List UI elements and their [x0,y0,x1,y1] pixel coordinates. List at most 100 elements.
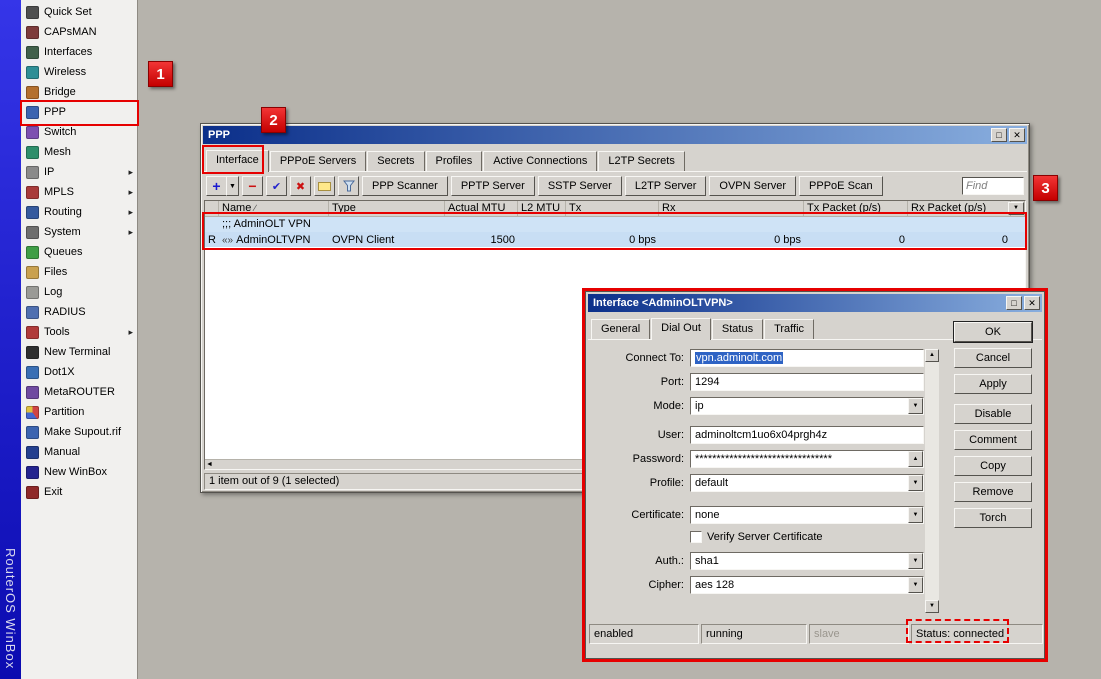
tab-profiles[interactable]: Profiles [426,151,483,171]
comment-button[interactable]: Comment [954,430,1032,450]
sidebar-item-quick-set[interactable]: Quick Set [21,2,137,22]
tab-traffic[interactable]: Traffic [764,319,814,339]
cipher-dropdown-button[interactable]: ▼ [908,577,923,593]
tab-status[interactable]: Status [712,319,763,339]
enable-button[interactable]: ✔ [266,176,287,196]
auth-dropdown-button[interactable]: ▼ [908,553,923,569]
maximize-button[interactable]: □ [991,128,1007,142]
scroll-up-icon[interactable]: ▲ [925,349,939,362]
maximize-button[interactable]: □ [1006,296,1022,310]
sidebar-item-log[interactable]: Log [21,282,137,302]
sidebar-item-interfaces[interactable]: Interfaces [21,42,137,62]
apply-button[interactable]: Apply [954,374,1032,394]
sidebar-item-new-winbox[interactable]: New WinBox [21,462,137,482]
tab-general[interactable]: General [591,319,650,339]
sidebar-item-dot1x[interactable]: Dot1X [21,362,137,382]
sidebar-item-make-supout[interactable]: Make Supout.rif [21,422,137,442]
col-rx[interactable]: Rx [659,201,804,216]
sidebar-item-metarouter[interactable]: MetaROUTER [21,382,137,402]
ppp-titlebar[interactable]: PPP □ ✕ [203,126,1027,144]
sidebar-item-mpls[interactable]: MPLS▸ [21,182,137,202]
add-button[interactable]: + [206,176,227,196]
user-input[interactable]: adminoltcm1uo6x04prgh4z [690,426,924,444]
pptp-server-button[interactable]: PPTP Server [451,176,535,196]
filter-button[interactable] [338,176,359,196]
profile-select[interactable]: default▼ [690,474,924,492]
add-dropdown-button[interactable]: ▼ [226,176,239,196]
certificate-select[interactable]: none▼ [690,506,924,524]
tab-pppoe-servers[interactable]: PPPoE Servers [270,151,366,171]
dropdown-icon: ▼ [913,403,919,409]
l2tp-server-button[interactable]: L2TP Server [625,176,707,196]
ppp-scanner-button[interactable]: PPP Scanner [362,176,448,196]
remove-button[interactable]: Remove [954,482,1032,502]
torch-button[interactable]: Torch [954,508,1032,528]
sidebar-item-queues[interactable]: Queues [21,242,137,262]
col-rx-packet[interactable]: Rx Packet (p/s) [908,201,1011,216]
cancel-button[interactable]: Cancel [954,348,1032,368]
sidebar-item-ip[interactable]: IP▸ [21,162,137,182]
disable-button[interactable]: Disable [954,404,1032,424]
sidebar-item-radius[interactable]: RADIUS [21,302,137,322]
pppoe-scan-button[interactable]: PPPoE Scan [799,176,883,196]
row-flag: R [205,234,219,246]
mode-dropdown-button[interactable]: ▼ [908,398,923,414]
remove-button[interactable]: − [242,176,263,196]
sidebar-item-files[interactable]: Files [21,262,137,282]
row-tx: 0 bps [566,234,659,246]
password-reveal-button[interactable]: ▲ [908,451,923,467]
find-input[interactable] [962,177,1024,195]
col-tx[interactable]: Tx [566,201,659,216]
scroll-left-icon[interactable]: ◄ [206,461,213,469]
connect-to-input[interactable]: vpn.adminolt.com [690,349,924,367]
col-name[interactable]: Name ∕ [219,201,329,216]
column-select-button[interactable]: ▼ [1008,202,1024,215]
cipher-select[interactable]: aes 128▼ [690,576,924,594]
sidebar-item-bridge[interactable]: Bridge [21,82,137,102]
sidebar-item-exit[interactable]: Exit [21,482,137,502]
sidebar-item-new-terminal[interactable]: New Terminal [21,342,137,362]
col-tx-packet[interactable]: Tx Packet (p/s) [804,201,908,216]
sidebar-item-capsman[interactable]: CAPsMAN [21,22,137,42]
ovpn-server-button[interactable]: OVPN Server [709,176,796,196]
col-actual-mtu[interactable]: Actual MTU [445,201,518,216]
add-icon: + [212,181,220,191]
tab-active-connections[interactable]: Active Connections [483,151,597,171]
dialog-titlebar[interactable]: Interface <AdminOLTVPN> □ ✕ [588,294,1042,312]
sidebar-item-system[interactable]: System▸ [21,222,137,242]
copy-button[interactable]: Copy [954,456,1032,476]
comment-button[interactable] [314,176,335,196]
close-button[interactable]: ✕ [1009,128,1025,142]
auth-select[interactable]: sha1▼ [690,552,924,570]
profile-dropdown-button[interactable]: ▼ [908,475,923,491]
tab-interface[interactable]: Interface [206,150,269,172]
sidebar-item-label: Wireless [44,66,86,78]
sidebar-item-mesh[interactable]: Mesh [21,142,137,162]
sstp-server-button[interactable]: SSTP Server [538,176,622,196]
row-rx: 0 bps [659,234,804,246]
table-row[interactable]: R «»AdminOLTVPN OVPN Client 1500 0 bps 0… [205,232,1025,247]
sidebar-item-switch[interactable]: Switch [21,122,137,142]
verify-cert-checkbox[interactable] [690,531,702,543]
sidebar-item-routing[interactable]: Routing▸ [21,202,137,222]
tab-l2tp-secrets[interactable]: L2TP Secrets [598,151,684,171]
col-l2-mtu[interactable]: L2 MTU [518,201,566,216]
tab-secrets[interactable]: Secrets [367,151,424,171]
sidebar-item-ppp[interactable]: PPP [21,102,137,122]
sidebar-item-wireless[interactable]: Wireless [21,62,137,82]
col-type[interactable]: Type [329,201,445,216]
fields-scrollbar[interactable]: ▲ ▼ [925,349,939,613]
sidebar-item-partition[interactable]: Partition [21,402,137,422]
close-button[interactable]: ✕ [1024,296,1040,310]
sidebar-item-manual[interactable]: Manual [21,442,137,462]
port-input[interactable]: 1294 [690,373,924,391]
ok-button[interactable]: OK [954,322,1032,342]
mode-select[interactable]: ip▼ [690,397,924,415]
table-row-comment[interactable]: ;;; AdminOLT VPN [205,217,1025,232]
password-input[interactable]: ********************************▲ [690,450,924,468]
sidebar-item-tools[interactable]: Tools▸ [21,322,137,342]
disable-button[interactable]: ✖ [290,176,311,196]
certificate-dropdown-button[interactable]: ▼ [908,507,923,523]
tab-dial-out[interactable]: Dial Out [651,318,711,340]
scroll-down-icon[interactable]: ▼ [925,600,939,613]
